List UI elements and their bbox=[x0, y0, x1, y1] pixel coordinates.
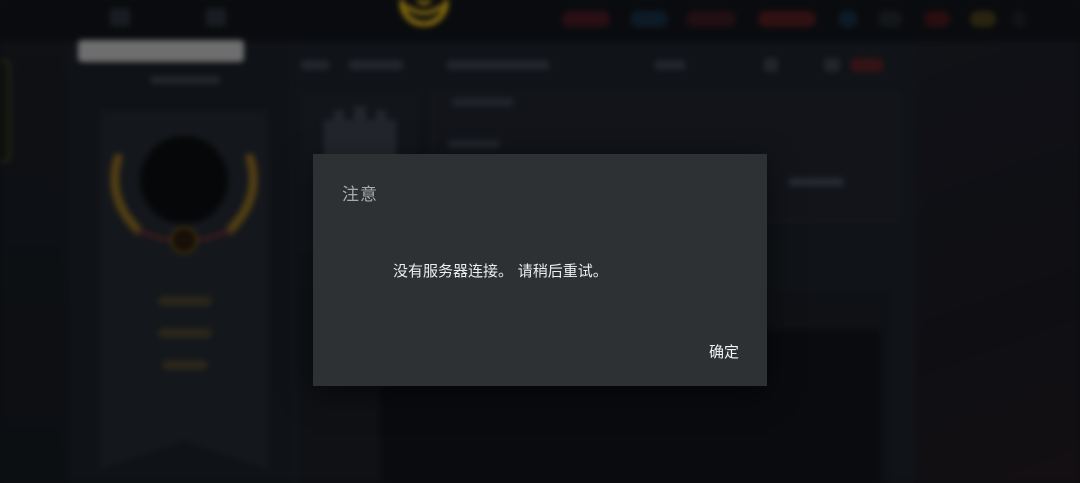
ok-button[interactable]: 确定 bbox=[701, 334, 747, 370]
dialog-message: 没有服务器连接。 请稍后重试。 bbox=[393, 262, 608, 280]
dialog-title: 注意 bbox=[342, 185, 378, 205]
alert-dialog: 注意 没有服务器连接。 请稍后重试。 确定 bbox=[313, 154, 767, 386]
